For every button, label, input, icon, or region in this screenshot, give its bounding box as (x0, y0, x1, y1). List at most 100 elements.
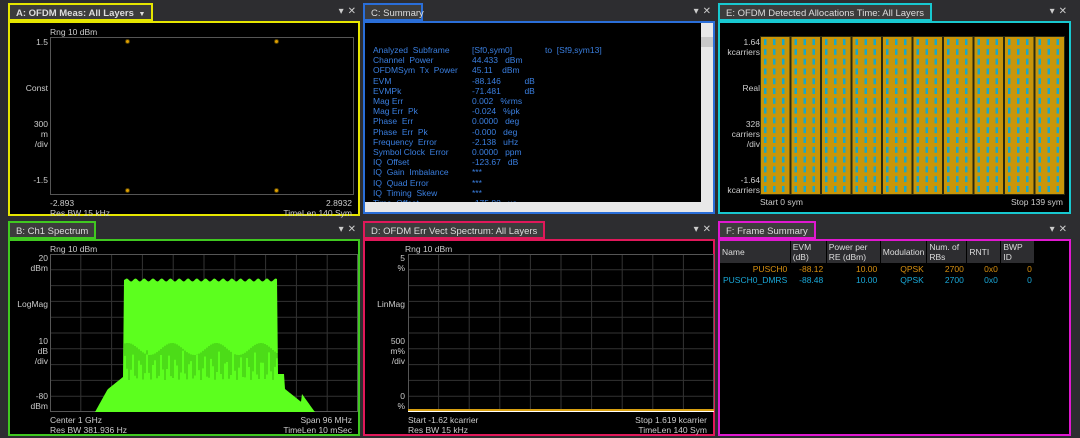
allocations-plot[interactable]: 1.64 kcarriers Real 328 carriers/div -1.64… (718, 21, 1071, 214)
dmrs-allocation (855, 176, 858, 183)
dmrs-allocation (986, 156, 989, 163)
close-icon[interactable]: ✕ (348, 224, 356, 235)
window-dropdown-icon[interactable]: ▾ (694, 224, 699, 235)
dmrs-allocation (864, 97, 867, 104)
summary-label: IQ Quad Error (373, 177, 429, 188)
tab-e[interactable]: E: OFDM Detected Allocations Time: All L… (718, 3, 932, 21)
dmrs-allocation (855, 156, 858, 163)
dmrs-allocation (873, 68, 876, 75)
dmrs-allocation (794, 97, 797, 104)
table-row[interactable]: PUSCH0_DMRS -88.48 10.00 QPSK 2700 0x0 0 (720, 274, 1035, 285)
dmrs-allocation (956, 48, 959, 55)
dmrs-allocation (1047, 68, 1050, 75)
dmrs-allocation (886, 88, 889, 94)
dmrs-allocation (995, 107, 998, 114)
dmrs-allocation (986, 137, 989, 143)
tab-a[interactable]: A: OFDM Meas: All Layers ▼ (8, 3, 154, 21)
dmrs-allocation (886, 68, 889, 75)
window-dropdown-icon[interactable]: ▾ (694, 6, 699, 17)
table-row[interactable]: PUSCH0 -88.12 10.00 QPSK 2700 0x0 0 (720, 263, 1035, 274)
dmrs-allocation (916, 78, 919, 85)
tab-d[interactable]: D: OFDM Err Vect Spectrum: All Layers (363, 221, 546, 239)
window-dropdown-icon[interactable]: ▾ (339, 6, 344, 17)
dmrs-allocation (1017, 137, 1020, 143)
dmrs-allocation (825, 166, 828, 173)
horizontal-scrollbar[interactable] (365, 202, 713, 212)
dmrs-allocation (864, 127, 867, 134)
dmrs-allocation (1026, 166, 1029, 173)
y-scale-label: 300 m/div (33, 119, 48, 149)
window-dropdown-icon[interactable]: ▾ (1050, 224, 1055, 235)
window-f-frame-summary: F: Frame Summary ▾ ✕ Name EVM (dB) Power pe… (718, 221, 1071, 436)
column-header[interactable]: BWP ID (1000, 241, 1036, 263)
dmrs-allocation (925, 146, 928, 153)
dmrs-allocation (764, 58, 767, 65)
dmrs-allocation (1038, 107, 1041, 114)
constellation-plot[interactable]: Rng 10 dBm 1.5 Const 300 m/div -1.5 -2.89… (8, 21, 360, 218)
dmrs-allocation (886, 127, 889, 134)
dmrs-allocation (895, 107, 898, 114)
column-header[interactable]: Modulation (880, 241, 928, 263)
dmrs-allocation (834, 78, 837, 85)
summary-value: *** (472, 167, 482, 178)
close-icon[interactable]: ✕ (703, 6, 711, 17)
dmrs-allocation (965, 58, 968, 65)
spectrum-plot[interactable]: Rng 10 dBm 20 dBm LogMag 10 dB/div -80 dBm … (8, 239, 360, 436)
dmrs-allocation (1017, 166, 1020, 173)
column-header[interactable]: Name (720, 241, 791, 263)
dmrs-allocation (977, 117, 980, 124)
column-header[interactable]: EVM (dB) (790, 241, 827, 263)
close-icon[interactable]: ✕ (1059, 224, 1067, 235)
close-icon[interactable]: ✕ (703, 224, 711, 235)
dmrs-allocation (864, 48, 867, 55)
dmrs-allocation (895, 166, 898, 173)
dmrs-allocation (886, 117, 889, 124)
dmrs-allocation (986, 68, 989, 75)
dmrs-allocation (947, 186, 950, 192)
dmrs-allocation (834, 68, 837, 75)
dmrs-allocation (855, 127, 858, 134)
tab-b[interactable]: B: Ch1 Spectrum (8, 221, 97, 239)
dmrs-allocation (812, 127, 815, 134)
dmrs-allocation (916, 68, 919, 75)
dmrs-allocation (1008, 137, 1011, 143)
dmrs-allocation (803, 48, 806, 55)
tab-c[interactable]: C: Summary (363, 3, 424, 21)
summary-value: -71.481 dB (472, 85, 535, 96)
dmrs-allocation (965, 137, 968, 143)
dmrs-allocation (1026, 127, 1029, 134)
dmrs-allocation (934, 68, 937, 75)
vertical-scrollbar[interactable] (701, 23, 713, 202)
column-header[interactable]: Power per RE (dBm) (826, 241, 881, 263)
err-vect-plot[interactable]: Rng 10 dBm 5% LinMag 500 m%/div 0% Start … (363, 239, 715, 436)
dmrs-allocation (886, 107, 889, 114)
dmrs-allocation (895, 88, 898, 94)
column-header[interactable]: RNTI (966, 241, 1002, 263)
dmrs-allocation (855, 97, 858, 104)
dmrs-allocation (977, 127, 980, 134)
dmrs-allocation (904, 88, 907, 94)
dmrs-allocation (1038, 166, 1041, 173)
dmrs-allocation (864, 117, 867, 124)
dmrs-allocation (995, 117, 998, 124)
dmrs-allocation (1056, 146, 1059, 153)
tab-f[interactable]: F: Frame Summary (718, 221, 816, 239)
column-header[interactable]: Num. of RBs (926, 241, 968, 263)
dmrs-allocation (916, 127, 919, 134)
dmrs-allocation (1026, 117, 1029, 124)
dmrs-allocation (825, 137, 828, 143)
dmrs-allocation (925, 137, 928, 143)
dmrs-allocation (794, 166, 797, 173)
window-dropdown-icon[interactable]: ▾ (339, 224, 344, 235)
dmrs-allocation (934, 117, 937, 124)
dmrs-allocation (873, 48, 876, 55)
tab-dropdown-icon[interactable]: ▼ (137, 11, 145, 18)
dmrs-allocation (916, 58, 919, 65)
close-icon[interactable]: ✕ (1059, 6, 1067, 17)
dmrs-allocation (1038, 176, 1041, 183)
dmrs-allocation (812, 48, 815, 55)
dmrs-allocation (986, 146, 989, 153)
dmrs-allocation (834, 58, 837, 65)
window-dropdown-icon[interactable]: ▾ (1050, 6, 1055, 17)
close-icon[interactable]: ✕ (348, 6, 356, 17)
